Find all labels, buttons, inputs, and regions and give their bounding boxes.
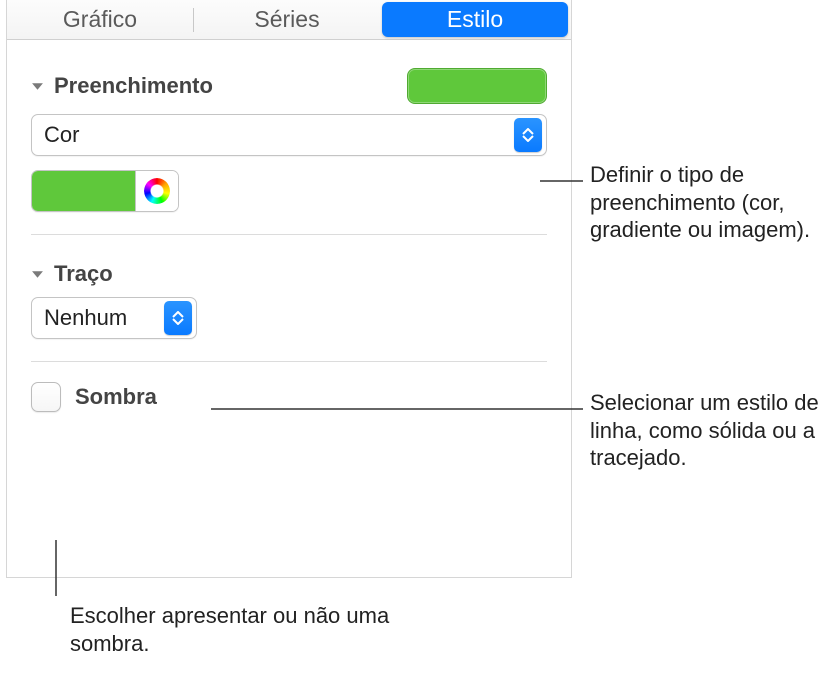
shadow-row: Sombra — [31, 382, 547, 412]
callout-shadow: Escolher apresentar ou não uma sombra. — [70, 602, 390, 657]
fill-color-control — [31, 170, 179, 212]
stroke-style-value: Nenhum — [44, 305, 127, 331]
section-title: Preenchimento — [54, 73, 213, 99]
chevron-down-icon — [31, 268, 44, 281]
chevron-down-icon — [31, 80, 44, 93]
fill-type-popup[interactable]: Cor — [31, 114, 547, 156]
color-picker-button[interactable] — [136, 171, 178, 211]
shadow-checkbox[interactable] — [31, 382, 61, 412]
tabbar: Gráfico Séries Estilo — [7, 0, 571, 40]
divider — [31, 361, 547, 362]
tab-label: Gráfico — [63, 6, 137, 33]
tab-series[interactable]: Séries — [194, 0, 380, 39]
callout-stroke-style: Selecionar um estilo de linha, como sóli… — [590, 389, 836, 472]
stroke-style-popup[interactable]: Nenhum — [31, 297, 197, 339]
section-header-stroke[interactable]: Traço — [31, 255, 547, 297]
tab-label: Séries — [254, 6, 319, 33]
tab-label: Estilo — [447, 6, 503, 33]
shadow-label: Sombra — [75, 384, 157, 410]
fill-color-swatch[interactable] — [32, 171, 135, 211]
tab-estilo[interactable]: Estilo — [382, 2, 568, 37]
popup-arrows-icon — [514, 118, 542, 152]
section-header-fill[interactable]: Preenchimento — [31, 62, 547, 114]
popup-arrows-icon — [164, 301, 192, 335]
color-wheel-icon — [144, 178, 170, 204]
section-title: Traço — [54, 261, 113, 287]
callouts: Definir o tipo de preenchimento (cor, gr… — [572, 0, 832, 673]
fill-preview-swatch[interactable] — [407, 68, 547, 104]
inspector-panel: Gráfico Séries Estilo Preenchimento Cor — [6, 0, 572, 578]
tab-grafico[interactable]: Gráfico — [7, 0, 193, 39]
callout-fill-type: Definir o tipo de preenchimento (cor, gr… — [590, 161, 836, 244]
divider — [31, 234, 547, 235]
fill-type-value: Cor — [44, 122, 79, 148]
panel-body: Preenchimento Cor — [7, 40, 571, 414]
